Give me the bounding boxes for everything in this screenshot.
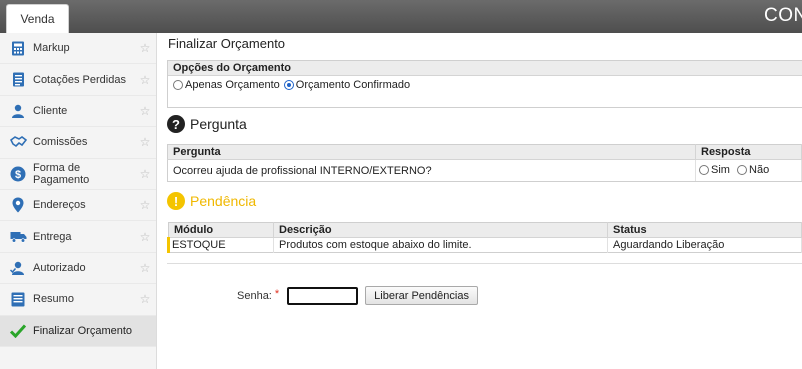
sidebar-item-label: Endereços: [33, 199, 86, 212]
warning-icon: !: [167, 192, 185, 210]
table-row[interactable]: ESTOQUE Produtos com estoque abaixo do l…: [167, 237, 802, 253]
sidebar-item-resumo[interactable]: Resumo ☆: [0, 284, 156, 316]
map-pin-icon: [9, 196, 27, 214]
col-header-module: Módulo: [168, 222, 274, 238]
calculator-icon: [9, 39, 27, 57]
sidebar-item-enderecos[interactable]: Endereços ☆: [0, 190, 156, 222]
star-icon[interactable]: ☆: [138, 230, 152, 244]
star-icon[interactable]: ☆: [138, 135, 152, 149]
tab-venda[interactable]: Venda: [6, 4, 69, 33]
star-icon[interactable]: ☆: [138, 41, 152, 55]
radio-sim[interactable]: Sim: [699, 164, 730, 176]
radio-label: Sim: [711, 163, 730, 176]
sidebar: Markup ☆ Cotações Perdidas ☆ Cliente ☆ C…: [0, 33, 157, 369]
radio-apenas-orcamento[interactable]: Apenas Orçamento: [173, 79, 280, 91]
col-header-status: Status: [607, 222, 802, 238]
pending-section-title: Pendência: [190, 193, 257, 209]
required-mark: *: [274, 287, 280, 300]
password-row: Senha: * Liberar Pendências: [237, 286, 478, 305]
release-pending-button[interactable]: Liberar Pendências: [365, 286, 478, 305]
description-cell: Produtos com estoque abaixo do limite.: [273, 237, 608, 253]
pending-section-header: ! Pendência: [167, 192, 256, 210]
main-content: Finalizar Orçamento Opções do Orçamento …: [157, 33, 802, 369]
radio-circle[interactable]: [699, 164, 709, 175]
checkmark-icon: [9, 322, 27, 340]
col-header-answer: Resposta: [695, 144, 802, 160]
col-header-question: Pergunta: [167, 144, 696, 160]
radio-label: Orçamento Confirmado: [295, 79, 411, 91]
star-icon[interactable]: ☆: [138, 292, 152, 306]
password-input[interactable]: [287, 286, 359, 305]
radio-nao[interactable]: Não: [737, 164, 769, 176]
truck-icon: [9, 228, 27, 246]
sidebar-item-forma-pagamento[interactable]: $ Forma de Pagamento ☆: [0, 159, 156, 190]
question-mark-icon: ?: [167, 115, 185, 133]
question-table: Pergunta Resposta Ocorreu ajuda de profi…: [167, 144, 802, 182]
handshake-icon: [9, 133, 27, 151]
sidebar-item-cotacoes-perdidas[interactable]: Cotações Perdidas ☆: [0, 64, 156, 96]
brand-logo-text: CON: [764, 5, 802, 26]
sidebar-item-label: Autorizado: [33, 261, 86, 274]
module-cell: ESTOQUE: [167, 237, 274, 253]
dollar-circle-icon: $: [9, 165, 27, 183]
sidebar-item-autorizado[interactable]: Autorizado ☆: [0, 253, 156, 285]
radio-label: Não: [749, 163, 770, 176]
sidebar-item-label: Finalizar Orçamento: [33, 324, 133, 337]
sidebar-item-finalizar-orcamento[interactable]: Finalizar Orçamento: [0, 315, 156, 347]
radio-circle-selected[interactable]: [283, 80, 294, 90]
sidebar-item-entrega[interactable]: Entrega ☆: [0, 221, 156, 253]
pending-table-footer: [167, 254, 802, 264]
sidebar-item-label: Resumo: [33, 293, 74, 306]
budget-options-panel: Opções do Orçamento Apenas Orçamento Orç…: [167, 60, 802, 108]
radio-circle[interactable]: [737, 164, 748, 175]
star-icon[interactable]: ☆: [138, 198, 152, 212]
sidebar-item-label: Comissões: [33, 136, 88, 149]
document-list-icon: [9, 71, 27, 89]
summary-doc-icon: [9, 290, 27, 308]
question-text: Ocorreu ajuda de profissional INTERNO/EX…: [167, 159, 696, 182]
budget-options-header: Opções do Orçamento: [168, 61, 802, 76]
star-icon[interactable]: ☆: [138, 261, 152, 275]
top-bar: Venda CON: [0, 0, 802, 33]
sidebar-item-cliente[interactable]: Cliente ☆: [0, 96, 156, 128]
question-section-title: Pergunta: [190, 116, 247, 132]
sidebar-item-label: Cotações Perdidas: [33, 73, 126, 86]
sidebar-item-label: Cliente: [33, 104, 68, 117]
radio-circle[interactable]: [173, 80, 183, 90]
user-icon: [9, 102, 27, 120]
star-icon[interactable]: ☆: [138, 167, 152, 181]
sidebar-item-label: Entrega: [33, 230, 72, 243]
sidebar-item-label: Forma de Pagamento: [33, 161, 90, 186]
pending-table: Módulo Descrição Status ESTOQUE Produtos…: [167, 222, 802, 253]
sidebar-item-markup[interactable]: Markup ☆: [0, 33, 156, 65]
radio-orcamento-confirmado[interactable]: Orçamento Confirmado: [283, 79, 411, 91]
radio-label: Apenas Orçamento: [185, 79, 280, 91]
star-icon[interactable]: ☆: [138, 104, 152, 118]
svg-text:$: $: [15, 169, 21, 181]
password-label: Senha:: [237, 289, 272, 302]
budget-options-row: Apenas Orçamento Orçamento Confirmado: [168, 76, 802, 94]
user-check-icon: [9, 259, 27, 277]
sidebar-item-comissoes[interactable]: Comissões ☆: [0, 127, 156, 159]
answer-cell: Sim Não: [695, 159, 802, 182]
col-header-description: Descrição: [273, 222, 608, 238]
table-row: Ocorreu ajuda de profissional INTERNO/EX…: [167, 159, 802, 182]
star-icon[interactable]: ☆: [138, 73, 152, 87]
sidebar-item-label: Markup: [33, 42, 70, 55]
question-section-header: ? Pergunta: [167, 115, 247, 133]
page-title: Finalizar Orçamento: [168, 36, 286, 51]
status-cell: Aguardando Liberação: [607, 237, 802, 253]
